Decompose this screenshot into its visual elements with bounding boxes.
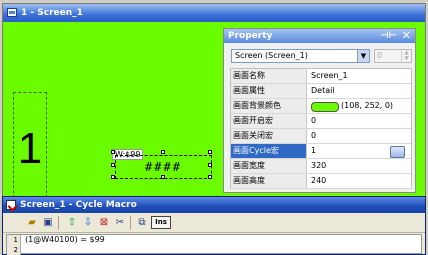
screen-window-titlebar[interactable]: 1 - Screen_1 bbox=[3, 4, 425, 22]
property-row[interactable]: 画面名称 Screen_1 bbox=[231, 69, 411, 84]
toolbar-separator bbox=[130, 216, 131, 230]
property-panel: Property ⊣⊢ ✕ Screen (Screen_1) ▼ 0 ▲ ▼ 画… bbox=[223, 28, 416, 193]
screen-window-icon bbox=[7, 8, 17, 17]
macro-toolbar: ▰ ▣ ⇧ ⇩ ⊠ ✂ ⧉ Ins bbox=[3, 213, 425, 233]
property-row[interactable]: 画面关闭宏 0 bbox=[231, 129, 411, 144]
property-value[interactable]: 0 bbox=[311, 114, 316, 128]
macro-code-line[interactable]: (1@W40100) = $99 bbox=[25, 235, 105, 245]
insert-mode-button[interactable]: Ins bbox=[151, 216, 171, 229]
macro-window-titlebar[interactable]: Screen_1 - Cycle Macro bbox=[3, 197, 425, 213]
line-number: 1 bbox=[7, 235, 21, 245]
index-spinner[interactable]: 0 ▲ ▼ bbox=[374, 49, 412, 63]
property-panel-title: Property bbox=[228, 31, 273, 41]
index-spinner-value: 0 bbox=[377, 51, 383, 60]
toolbar-separator bbox=[58, 216, 59, 230]
cut-icon[interactable]: ✂ bbox=[113, 216, 127, 230]
pin-icon[interactable]: ⊣⊢ bbox=[381, 30, 397, 42]
property-name: 画面开启宏 bbox=[231, 114, 307, 128]
property-name: 画面属性 bbox=[231, 84, 307, 98]
macro-window-title: Screen_1 - Cycle Macro bbox=[20, 200, 137, 210]
property-row[interactable]: 画面属性 Detail bbox=[231, 84, 411, 99]
chevron-down-icon[interactable]: ▼ bbox=[357, 50, 369, 62]
property-value[interactable]: 240 bbox=[311, 174, 326, 188]
resize-handle[interactable] bbox=[208, 175, 212, 179]
edit-window-icon[interactable]: ⧉ bbox=[135, 216, 149, 230]
macro-editor-window: Screen_1 - Cycle Macro ▰ ▣ ⇧ ⇩ ⊠ ✂ ⧉ Ins… bbox=[2, 196, 426, 255]
line-number: 2 bbox=[7, 245, 21, 255]
property-name: 画面高度 bbox=[231, 174, 307, 188]
screen-window-title: 1 - Screen_1 bbox=[21, 8, 83, 18]
property-value[interactable]: 1 bbox=[311, 144, 316, 158]
object-selector-value: Screen (Screen_1) bbox=[235, 51, 308, 60]
property-panel-titlebar[interactable]: Property ⊣⊢ ✕ bbox=[224, 29, 415, 43]
property-name: 画面宽度 bbox=[231, 159, 307, 173]
property-row-selected[interactable]: 画面Cycle宏 1 bbox=[231, 144, 411, 159]
property-value[interactable]: Detail bbox=[311, 84, 335, 98]
move-down-icon[interactable]: ⇩ bbox=[81, 216, 95, 230]
resize-handle[interactable] bbox=[161, 150, 165, 154]
open-folder-icon[interactable]: ▰ bbox=[25, 216, 39, 230]
color-swatch[interactable] bbox=[311, 102, 339, 112]
property-name: 画面Cycle宏 bbox=[231, 144, 307, 158]
resize-handle[interactable] bbox=[111, 150, 115, 154]
property-value[interactable]: Screen_1 bbox=[311, 69, 348, 83]
property-value[interactable]: 0 bbox=[311, 129, 316, 143]
property-grid: 画面名称 Screen_1 画面属性 Detail 画面背景颜色 (108, 2… bbox=[230, 68, 412, 189]
save-icon[interactable]: ▣ bbox=[41, 216, 55, 230]
static-text-object[interactable]: 1 bbox=[13, 92, 47, 203]
property-row[interactable]: 画面背景颜色 (108, 252, 0) bbox=[231, 99, 411, 114]
macro-code-editor[interactable]: 1 (1@W40100) = $99 2 bbox=[6, 234, 422, 255]
resize-handle[interactable] bbox=[111, 163, 115, 167]
move-up-icon[interactable]: ⇧ bbox=[65, 216, 79, 230]
spinner-arrows-icon[interactable]: ▲ ▼ bbox=[401, 50, 411, 62]
property-row[interactable]: 画面高度 240 bbox=[231, 174, 411, 189]
property-row[interactable]: 画面开启宏 0 bbox=[231, 114, 411, 129]
big-number-text: 1 bbox=[17, 124, 43, 173]
property-name: 画面背景颜色 bbox=[231, 99, 307, 113]
resize-handle[interactable] bbox=[111, 175, 115, 179]
property-name: 画面关闭宏 bbox=[231, 129, 307, 143]
resize-handle[interactable] bbox=[208, 163, 212, 167]
property-row[interactable]: 画面宽度 320 bbox=[231, 159, 411, 174]
property-name: 画面名称 bbox=[231, 69, 307, 83]
property-value[interactable]: (108, 252, 0) bbox=[341, 99, 393, 113]
macro-window-icon bbox=[6, 200, 16, 210]
close-icon[interactable]: ✕ bbox=[402, 29, 411, 43]
resize-handle[interactable] bbox=[208, 150, 212, 154]
resize-handle[interactable] bbox=[161, 175, 165, 179]
property-value[interactable]: 320 bbox=[311, 159, 326, 173]
delete-line-icon[interactable]: ⊠ bbox=[97, 216, 111, 230]
edit-macro-button[interactable] bbox=[390, 146, 405, 158]
object-selector-dropdown[interactable]: Screen (Screen_1) ▼ bbox=[231, 49, 370, 63]
